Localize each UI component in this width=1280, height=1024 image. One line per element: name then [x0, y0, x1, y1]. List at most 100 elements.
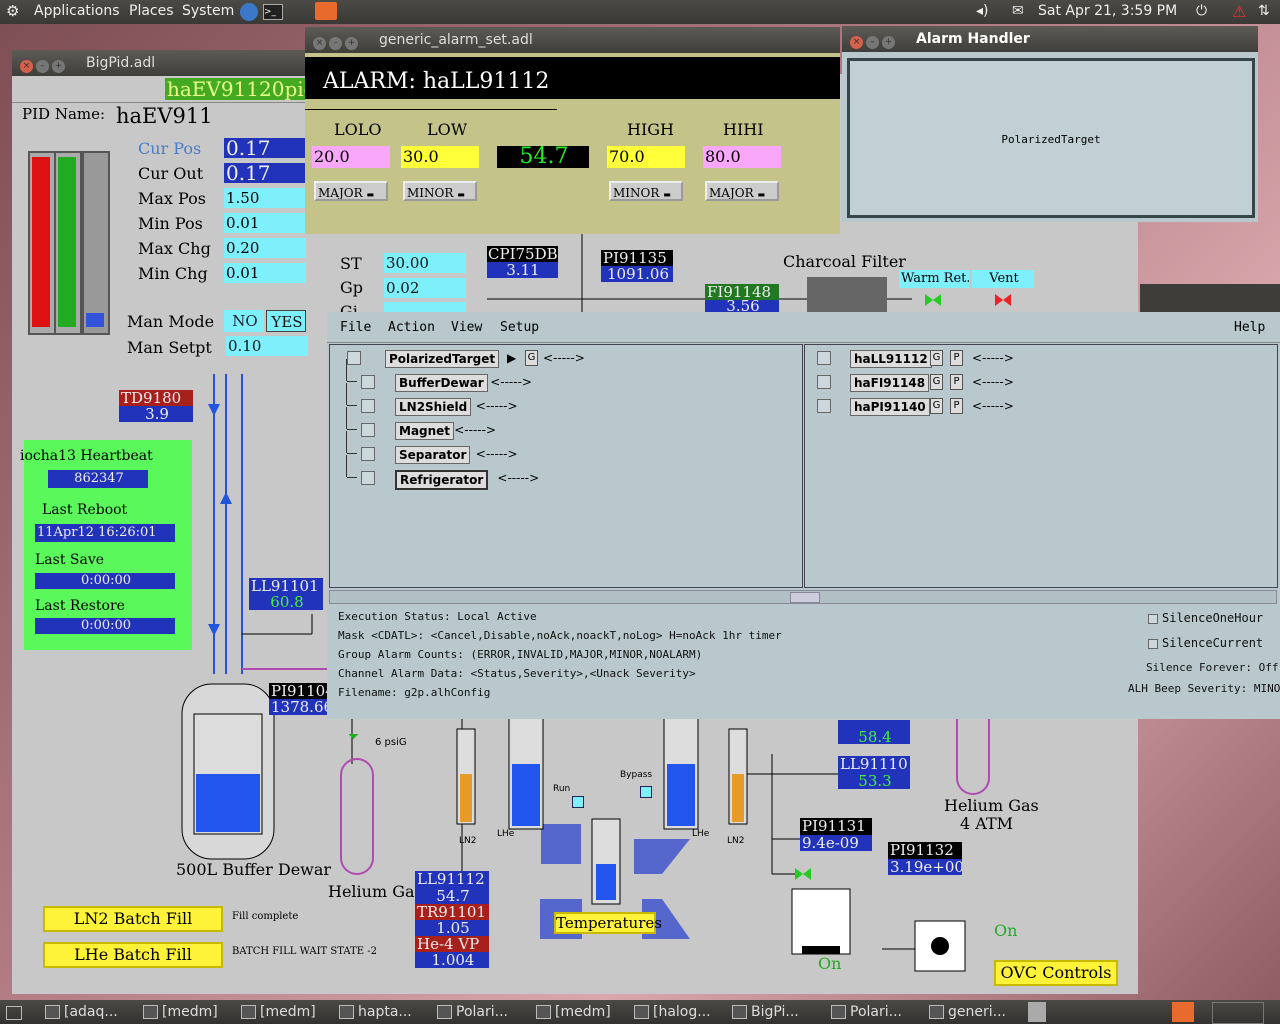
- group-button-bufferdewar[interactable]: BufferDewar: [395, 374, 488, 392]
- alarmhandler-titlebar[interactable]: × – + Alarm Handler: [842, 26, 1258, 52]
- alh-titlebar[interactable]: [1140, 284, 1280, 314]
- maximize-icon[interactable]: +: [345, 37, 358, 50]
- tree-connector: [347, 453, 357, 454]
- menu-help[interactable]: Help: [1234, 320, 1265, 335]
- network-icon[interactable]: ⇅: [1258, 3, 1270, 19]
- hihi-input[interactable]: 80.0: [703, 146, 781, 168]
- warm-ret-button[interactable]: Warm Ret.: [899, 270, 969, 288]
- hihi-severity-select[interactable]: MAJOR ▬: [705, 181, 779, 201]
- group-button-refrigerator[interactable]: Refrigerator: [395, 470, 489, 490]
- last-reboot-label: Last Reboot: [42, 502, 128, 518]
- gp-input[interactable]: 0.02: [384, 278, 466, 298]
- terminal-icon[interactable]: >_: [263, 4, 283, 20]
- man-setpt-input[interactable]: 0.10: [226, 336, 308, 356]
- channel-ack-checkbox[interactable]: [817, 351, 831, 365]
- window-icon: [929, 1005, 944, 1019]
- vent-button[interactable]: Vent: [972, 270, 1034, 288]
- pid-row-value[interactable]: 0.01: [224, 213, 306, 233]
- folder-icon[interactable]: [315, 2, 337, 20]
- channel-button-hafi91148[interactable]: haFI91148: [850, 374, 930, 392]
- top-panel: ⚙ Applications Places System >_ ◂) ✉ Sat…: [0, 0, 1280, 24]
- lhe-batch-fill-button[interactable]: LHe Batch Fill: [43, 942, 223, 968]
- temperatures-button[interactable]: Temperatures: [554, 912, 662, 934]
- workspace-icon[interactable]: [1172, 1002, 1194, 1022]
- expand-arrow-icon[interactable]: ▶: [507, 351, 516, 365]
- menu-file[interactable]: File: [340, 320, 371, 335]
- pid-row-value[interactable]: 1.50: [224, 188, 306, 208]
- process-button[interactable]: P: [950, 374, 963, 390]
- pid-row-label: Cur Out: [138, 164, 204, 183]
- alarmset-titlebar[interactable]: × – + generic_alarm_set.adl: [305, 27, 840, 53]
- channel-ack-checkbox[interactable]: [817, 375, 831, 389]
- browser-icon[interactable]: [240, 3, 258, 21]
- applications-menu[interactable]: Applications: [34, 3, 120, 19]
- process-button[interactable]: P: [950, 350, 963, 366]
- man-mode-yes-button[interactable]: YES: [266, 310, 306, 332]
- group-ack-checkbox[interactable]: [361, 399, 375, 413]
- lolo-input[interactable]: 20.0: [312, 146, 390, 168]
- group-button-magnet[interactable]: Magnet: [395, 422, 455, 440]
- guidance-button[interactable]: G: [930, 398, 943, 414]
- minimize-icon[interactable]: –: [866, 36, 879, 49]
- pid-row-value[interactable]: 0.01: [224, 263, 306, 283]
- group-ack-checkbox[interactable]: [361, 471, 375, 485]
- guidance-button[interactable]: G: [525, 350, 538, 366]
- guidance-button[interactable]: G: [930, 350, 943, 366]
- pane-separator[interactable]: [329, 590, 1277, 604]
- channel-button-hapi91140[interactable]: haPI91140: [850, 398, 930, 416]
- system-menu[interactable]: System: [182, 3, 234, 19]
- close-icon[interactable]: ×: [20, 60, 33, 73]
- ln2-batch-fill-button[interactable]: LN2 Batch Fill: [43, 906, 223, 932]
- channel-ack-checkbox[interactable]: [817, 399, 831, 413]
- ovc-controls-button[interactable]: OVC Controls: [994, 960, 1118, 986]
- minimize-icon[interactable]: –: [36, 60, 49, 73]
- power-icon[interactable]: ⏻: [1196, 3, 1207, 19]
- group-ack-checkbox[interactable]: [347, 351, 361, 365]
- volume-icon[interactable]: ◂): [976, 3, 989, 19]
- low-severity-select[interactable]: MINOR ▬: [403, 181, 477, 201]
- silence-one-hour-checkbox[interactable]: [1148, 614, 1158, 624]
- low-input[interactable]: 30.0: [401, 146, 479, 168]
- high-input[interactable]: 70.0: [607, 146, 685, 168]
- lolo-severity-select[interactable]: MAJOR ▬: [314, 181, 388, 201]
- menu-action[interactable]: Action: [388, 320, 435, 335]
- taskbar-item[interactable]: generi...: [926, 1002, 1042, 1022]
- alarmset-window: ALARM: haLL91112 LOLO LOW HIGH HIHI 20.0…: [305, 53, 840, 234]
- pid-row-value[interactable]: 0.20: [224, 238, 306, 258]
- silence-current-checkbox[interactable]: [1148, 639, 1158, 649]
- minimize-icon[interactable]: –: [329, 37, 342, 50]
- process-button[interactable]: P: [950, 398, 963, 414]
- show-desktop-icon[interactable]: [6, 1006, 22, 1020]
- group-button-ln2shield[interactable]: LN2Shield: [395, 398, 472, 416]
- channel-button-hall91112[interactable]: haLL91112: [850, 350, 932, 368]
- places-menu[interactable]: Places: [129, 3, 174, 19]
- group-ack-checkbox[interactable]: [361, 423, 375, 437]
- close-icon[interactable]: ×: [850, 36, 863, 49]
- polarizedtarget-group-button[interactable]: PolarizedTarget: [847, 58, 1255, 218]
- group-button-polarizedtarget[interactable]: PolarizedTarget: [385, 350, 500, 368]
- high-severity-select[interactable]: MINOR ▬: [609, 181, 683, 201]
- run-valve-icon[interactable]: [572, 796, 584, 808]
- pi91104-value: 1378.66: [269, 699, 327, 715]
- st-input[interactable]: 30.00: [384, 253, 466, 273]
- workspace-switcher[interactable]: [1212, 1002, 1264, 1024]
- ubuntu-logo-icon[interactable]: ⚙: [6, 2, 19, 20]
- trash-icon[interactable]: [1028, 1002, 1046, 1022]
- man-mode-no-button[interactable]: NO: [224, 310, 264, 332]
- guidance-button[interactable]: G: [930, 374, 943, 390]
- bigpid-titlebar[interactable]: × – + BigPid.adl: [12, 50, 312, 76]
- mail-icon[interactable]: ✉: [1012, 3, 1024, 19]
- menu-view[interactable]: View: [451, 320, 482, 335]
- maximize-icon[interactable]: +: [882, 36, 895, 49]
- group-ack-checkbox[interactable]: [361, 375, 375, 389]
- group-button-separator[interactable]: Separator: [395, 446, 471, 464]
- close-icon[interactable]: ×: [313, 37, 326, 50]
- warning-icon[interactable]: ⚠: [1232, 2, 1246, 21]
- alarmset-title: generic_alarm_set.adl: [379, 32, 533, 48]
- group-ack-checkbox[interactable]: [361, 447, 375, 461]
- maximize-icon[interactable]: +: [52, 60, 65, 73]
- bypass-valve-icon[interactable]: [640, 786, 652, 798]
- menu-setup[interactable]: Setup: [500, 320, 539, 335]
- tree-connector: [346, 383, 347, 405]
- clock[interactable]: Sat Apr 21, 3:59 PM: [1038, 3, 1177, 19]
